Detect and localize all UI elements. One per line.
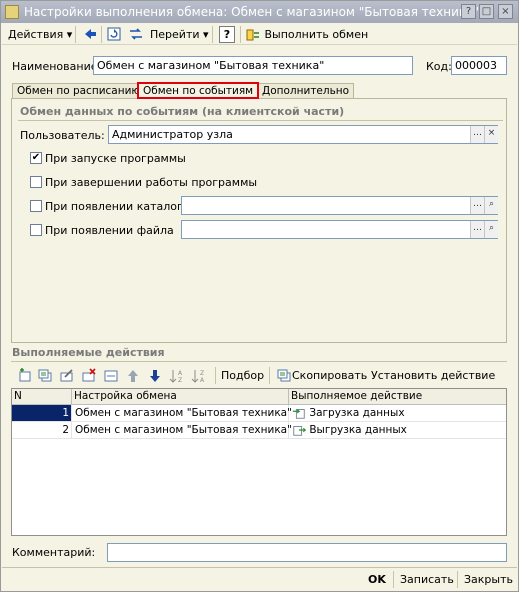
user-field[interactable]: Администратор узла — [108, 125, 498, 144]
set-action-button[interactable]: Установить действие — [371, 367, 495, 384]
title-bar[interactable]: Настройки выполнения обмена: Обмен с маг… — [1, 1, 518, 23]
events-group-title: Обмен данных по событиям (на клиентской … — [20, 105, 345, 118]
comment-label: Комментарий: — [12, 546, 96, 559]
column-header-setting[interactable]: Настройка обмена — [72, 389, 289, 405]
exchange-icon[interactable] — [128, 26, 144, 43]
name-field[interactable]: Обмен с магазином "Бытовая техника" — [93, 56, 413, 75]
toolbar-separator — [101, 26, 102, 43]
comment-field[interactable] — [107, 543, 507, 562]
dropdown-arrow-icon: ▾ — [66, 28, 73, 41]
add-row-icon[interactable] — [17, 368, 33, 384]
actions-table[interactable]: N Настройка обмена Выполняемое действие … — [11, 388, 507, 536]
group-divider — [11, 361, 507, 362]
clear-icon[interactable]: × — [484, 126, 498, 143]
tab-schedule[interactable]: Обмен по расписанию — [12, 83, 146, 99]
execute-exchange-label: Выполнить обмен — [264, 28, 369, 41]
back-arrow-icon[interactable] — [82, 26, 98, 43]
bottom-bar: OK Записать Закрыть — [2, 567, 517, 591]
on-directory-label: При появлении каталога — [45, 200, 190, 213]
table-row-action-label: Загрузка данных — [309, 407, 405, 419]
copy-button[interactable]: Скопировать — [276, 367, 367, 384]
directory-select-button[interactable]: … — [470, 197, 484, 214]
copy-label: Скопировать — [292, 369, 368, 382]
toolbar-separator — [240, 26, 241, 43]
toolbar-separator — [269, 367, 270, 384]
search-icon[interactable]: ⌕ — [484, 221, 498, 238]
actions-menu-label: Действия — [8, 28, 64, 41]
on-file-checkbox[interactable] — [30, 224, 42, 236]
import-data-icon — [292, 409, 305, 419]
move-up-icon[interactable] — [125, 368, 141, 384]
toolbar-separator — [212, 26, 213, 43]
close-window-button[interactable]: × — [498, 4, 513, 19]
group-divider — [18, 120, 503, 121]
user-label: Пользователь: — [20, 129, 105, 142]
toolbar-separator — [75, 26, 76, 43]
svg-text:Z: Z — [200, 370, 204, 377]
table-row-action-label: Выгрузка данных — [309, 424, 407, 436]
actions-toolbar: AZ ZA Подбор Скопировать Установить дейс… — [15, 367, 510, 385]
settings-window: Настройки выполнения обмена: Обмен с маг… — [0, 0, 519, 592]
directory-field[interactable] — [181, 196, 498, 215]
toolbar-separator — [393, 571, 394, 588]
ok-button[interactable]: OK — [368, 571, 386, 588]
table-row-setting[interactable]: Обмен с магазином "Бытовая техника" — [72, 422, 292, 439]
help-window-button[interactable]: ? — [461, 4, 476, 19]
toolbar-separator — [215, 367, 216, 384]
execute-exchange-button[interactable]: Выполнить обмен — [245, 26, 368, 43]
goto-menu-label: Перейти — [150, 28, 200, 41]
search-icon[interactable]: ⌕ — [484, 197, 498, 214]
on-start-checkbox[interactable]: ✔ — [30, 152, 42, 164]
pick-button[interactable]: Подбор — [221, 367, 264, 384]
table-row-action[interactable]: Загрузка данных — [289, 405, 506, 422]
table-row-action[interactable]: Выгрузка данных — [289, 422, 506, 439]
close-button[interactable]: Закрыть — [464, 571, 513, 588]
actions-group-title: Выполняемые действия — [12, 346, 165, 359]
tab-additional[interactable]: Дополнительно — [257, 83, 355, 99]
name-label: Наименование: — [12, 60, 102, 73]
maximize-button[interactable]: □ — [479, 4, 494, 19]
svg-text:A: A — [200, 377, 205, 384]
on-file-label: При появлении файла — [45, 224, 174, 237]
file-select-button[interactable]: … — [470, 221, 484, 238]
column-header-action[interactable]: Выполняемое действие — [289, 389, 506, 405]
dropdown-arrow-icon: ▾ — [203, 28, 209, 41]
code-label: Код: — [426, 60, 452, 73]
table-row-setting[interactable]: Обмен с магазином "Бытовая техника" — [72, 405, 292, 422]
on-exit-label: При завершении работы программы — [45, 176, 258, 189]
delete-row-icon[interactable] — [81, 368, 97, 384]
app-icon — [5, 5, 19, 19]
sort-asc-icon[interactable]: AZ — [169, 368, 185, 384]
svg-text:A: A — [178, 370, 183, 377]
edit-row-icon[interactable] — [59, 368, 75, 384]
table-row-n[interactable]: 2 — [12, 422, 72, 439]
move-down-icon[interactable] — [147, 368, 163, 384]
toolbar: Действия ▾ Перейти ▾ ? Выполнить обмен — [2, 24, 517, 45]
on-directory-checkbox[interactable] — [30, 200, 42, 212]
on-exit-checkbox[interactable] — [30, 176, 42, 188]
toolbar-separator — [457, 571, 458, 588]
user-value: Администратор узла — [112, 128, 233, 141]
actions-menu[interactable]: Действия ▾ — [8, 26, 72, 43]
svg-text:Z: Z — [178, 377, 182, 384]
sort-desc-icon[interactable]: ZA — [191, 368, 207, 384]
help-button[interactable]: ? — [219, 26, 235, 43]
column-header-n[interactable]: N — [12, 389, 72, 405]
refresh-icon[interactable] — [106, 26, 122, 43]
on-start-label: При запуске программы — [45, 152, 186, 165]
end-edit-icon[interactable] — [103, 368, 119, 384]
tab-events[interactable]: Обмен по событиям — [137, 82, 260, 99]
table-row-n[interactable]: 1 — [12, 405, 72, 422]
save-button[interactable]: Записать — [400, 571, 454, 588]
user-select-button[interactable]: … — [470, 126, 484, 143]
export-data-icon — [293, 426, 306, 436]
window-title: Настройки выполнения обмена: Обмен с маг… — [24, 5, 480, 19]
file-field[interactable] — [181, 220, 498, 239]
execute-exchange-icon — [246, 29, 259, 41]
copy-row-icon[interactable] — [37, 368, 53, 384]
copy-icon — [277, 369, 291, 382]
code-field[interactable]: 000003 — [451, 56, 507, 75]
goto-menu[interactable]: Перейти ▾ — [150, 26, 209, 43]
